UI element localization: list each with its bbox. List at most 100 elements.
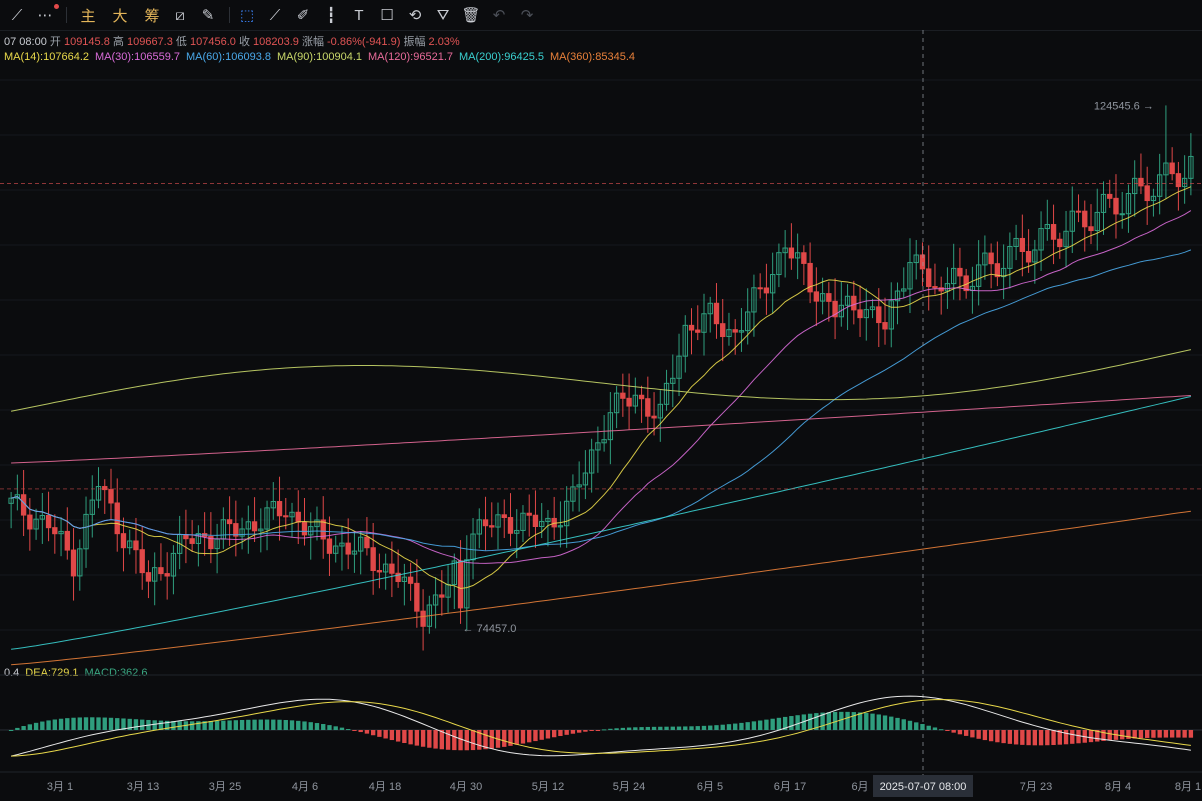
macd-histogram-bar xyxy=(988,730,994,742)
macd-histogram-bar xyxy=(558,730,563,737)
filter-icon[interactable]: ⛛ xyxy=(432,2,454,28)
macd-histogram-bar xyxy=(995,730,1000,743)
candlestick-icon[interactable]: ┇ xyxy=(320,2,342,28)
macd-histogram-bar xyxy=(733,723,738,730)
macd-histogram-bar xyxy=(420,730,426,747)
macd-histogram-bar xyxy=(402,730,407,744)
macd-histogram-bar xyxy=(751,721,757,730)
trend-line-icon[interactable]: ⟋ xyxy=(6,2,28,28)
macd-histogram-bar xyxy=(714,725,719,730)
macd-histogram-bar xyxy=(414,730,420,746)
candle-body xyxy=(389,563,395,574)
time-axis-label: 3月 1 xyxy=(47,781,73,793)
macd-histogram-bar xyxy=(208,721,214,730)
macd-histogram-bar xyxy=(33,722,39,730)
macd-histogram-bar xyxy=(739,722,744,730)
macd-histogram-bar xyxy=(408,730,413,745)
macd-histogram-bar xyxy=(695,726,700,730)
candle-body xyxy=(326,538,333,554)
candle-body xyxy=(626,397,632,407)
candle-body xyxy=(938,287,944,292)
macd-histogram-bar xyxy=(639,727,644,730)
candle-body xyxy=(813,291,820,302)
macd-histogram-bar xyxy=(601,729,607,731)
macd-histogram-bar xyxy=(620,727,626,730)
macd-histogram-bar xyxy=(15,727,20,730)
macd-histogram-bar xyxy=(1151,730,1156,738)
macd-histogram-bar xyxy=(71,717,76,730)
macd-histogram-bar xyxy=(1126,730,1131,739)
candle-body xyxy=(1025,251,1032,263)
macd-histogram-bar xyxy=(589,730,594,731)
candle-body xyxy=(1138,177,1144,187)
measure-icon[interactable]: ⟋ xyxy=(264,2,286,28)
macd-histogram-bar xyxy=(264,719,270,730)
macd-histogram-bar xyxy=(377,730,382,737)
macd-histogram-bar xyxy=(1157,730,1162,738)
macd-histogram-bar xyxy=(90,717,95,730)
macd-histogram-bar xyxy=(889,716,894,730)
note-icon[interactable]: ☐ xyxy=(376,2,398,28)
macd-histogram-bar xyxy=(58,718,64,730)
macd-histogram-bar xyxy=(614,728,619,730)
macd-histogram-bar xyxy=(83,717,89,730)
time-axis-label: 3月 13 xyxy=(127,781,159,793)
macd-histogram-bar xyxy=(757,720,763,730)
candle-body xyxy=(732,329,738,333)
time-axis-label: 5月 24 xyxy=(613,781,645,793)
macd-histogram-bar xyxy=(1051,730,1056,746)
macd-histogram-bar xyxy=(527,730,532,743)
select-icon[interactable]: ⬚ xyxy=(236,2,258,28)
candle-body xyxy=(826,293,832,302)
candle-body xyxy=(651,415,657,419)
big-button[interactable]: 大 xyxy=(109,2,131,28)
ruler-icon[interactable]: ⧄ xyxy=(169,2,191,28)
ma-line xyxy=(11,396,1192,650)
pen-icon[interactable]: ✎ xyxy=(197,2,219,28)
macd-histogram-bar xyxy=(346,729,351,731)
main-indicator-button[interactable]: 主 xyxy=(77,2,99,28)
macd-histogram-bar xyxy=(502,730,507,747)
candle-body xyxy=(763,287,770,294)
text-icon[interactable]: T xyxy=(348,2,370,28)
macd-histogram-bar xyxy=(945,730,950,731)
macd-histogram-bar xyxy=(8,730,14,731)
candle-body xyxy=(301,521,308,536)
macd-histogram-bar xyxy=(870,713,875,730)
macd-histogram-bar xyxy=(389,730,395,741)
macd-histogram-bar xyxy=(658,726,663,730)
candle-body xyxy=(108,489,114,504)
macd-histogram-bar xyxy=(1176,730,1181,738)
candle-body xyxy=(120,533,127,549)
candle-body xyxy=(988,252,994,265)
macd-histogram-bar xyxy=(1163,730,1169,738)
macd-histogram-bar xyxy=(882,715,888,730)
candle-body xyxy=(189,538,195,544)
magnet-icon[interactable]: ⟲ xyxy=(404,2,426,28)
macd-histogram-bar xyxy=(1007,730,1013,744)
trash-icon[interactable]: 🗑 xyxy=(460,2,482,28)
macd-histogram-bar xyxy=(708,725,713,730)
macd-histogram-bar xyxy=(1001,730,1006,744)
price-chart[interactable]: 124545.6 → ← 74457.0 3月 1 3月 13 3月 25 4月 6 4月 … xyxy=(0,30,1202,801)
candle-body xyxy=(226,519,233,525)
macd-histogram-bar xyxy=(633,727,638,730)
candle-body xyxy=(158,567,164,575)
time-axis-label: 6月 5 xyxy=(697,781,723,793)
undo-icon[interactable]: ↶ xyxy=(488,2,510,28)
macd-histogram-bar xyxy=(221,720,226,730)
more-icon[interactable]: ⋯ xyxy=(34,2,59,28)
macd-histogram-bar xyxy=(864,712,869,730)
macd-histogram-bar xyxy=(626,727,632,730)
time-axis-label: 4月 30 xyxy=(450,781,482,793)
macd-histogram-bar xyxy=(395,730,401,742)
brush-icon[interactable]: ✐ xyxy=(292,2,314,28)
candle-body xyxy=(133,540,139,551)
macd-histogram-bar xyxy=(701,725,707,730)
macd-histogram-bar xyxy=(246,719,251,730)
macd-histogram-bar xyxy=(1120,730,1125,740)
redo-icon[interactable]: ↷ xyxy=(516,2,538,28)
macd-histogram-bar xyxy=(189,721,195,730)
chip-button[interactable]: 筹 xyxy=(141,2,163,28)
macd-histogram-bar xyxy=(1107,730,1112,741)
